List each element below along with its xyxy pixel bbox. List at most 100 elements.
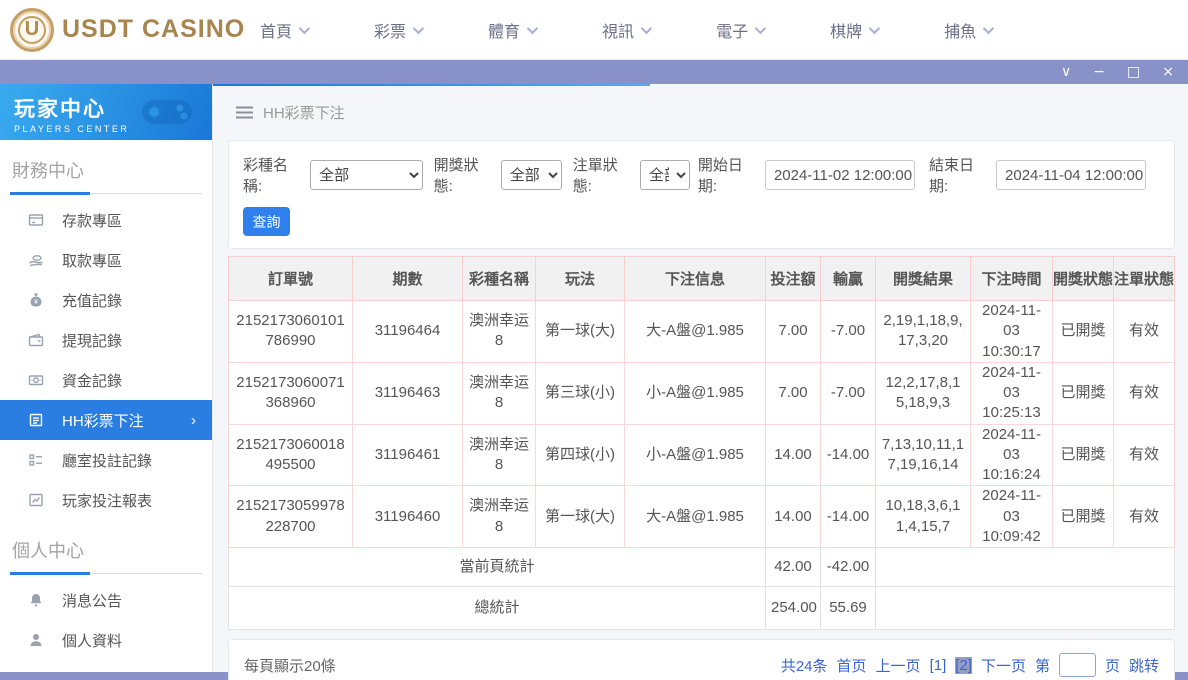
table-cell: 31196461: [353, 424, 463, 486]
nav-item-video[interactable]: 視訊: [602, 18, 649, 42]
table-cell: 已開獎: [1053, 301, 1114, 363]
table-cell: 14.00: [766, 424, 821, 486]
page-title: HH彩票下注: [263, 102, 345, 123]
minimize-icon[interactable]: −: [1093, 60, 1105, 84]
section-divider: [10, 193, 202, 194]
sidebar-item-announcements[interactable]: 消息公告: [0, 580, 212, 620]
page-summary-bet: 42.00: [766, 548, 821, 587]
logo[interactable]: U USDT CASINO: [10, 8, 260, 52]
nav-item-fishing[interactable]: 捕魚: [944, 18, 991, 42]
chevron-down-icon: [755, 22, 766, 33]
jump-prefix: 第: [1035, 655, 1050, 676]
funds-icon: [28, 372, 44, 388]
hamburger-icon[interactable]: [236, 106, 253, 119]
table-cell: 2024-11-03 10:30:17: [971, 301, 1053, 363]
sidebar-item-label: 修改密碼: [62, 670, 122, 673]
table-cell: 2024-11-03 10:25:13: [971, 362, 1053, 424]
window-titlebar: ∨ − □ ×: [0, 60, 1188, 84]
chevron-right-icon: ›: [191, 412, 196, 429]
nav-item-label: 體育: [488, 18, 520, 42]
sidebar-item-player-bet-report[interactable]: 玩家投注報表: [0, 480, 212, 520]
table-cell: 14.00: [766, 486, 821, 548]
column-header: 下注信息: [625, 257, 766, 301]
column-header: 玩法: [536, 257, 625, 301]
table-cell: 7,13,10,11,17,19,16,14: [876, 424, 971, 486]
jump-suffix: 页: [1105, 655, 1120, 676]
first-page-link[interactable]: 首页: [837, 655, 867, 676]
sidebar-item-label: 存款專區: [62, 210, 122, 231]
table-cell: 7.00: [766, 362, 821, 424]
sidebar-item-room-bet-record[interactable]: 廳室投註記錄: [0, 440, 212, 480]
close-icon[interactable]: ×: [1162, 60, 1174, 84]
sidebar-item-funds-record[interactable]: 資金記錄: [0, 360, 212, 400]
pagination-bar: 每頁顯示20條 共24条 首页 上一页 [1] [2] 下一页 第 页 跳转: [228, 639, 1175, 680]
nav-item-label: 捕魚: [944, 18, 976, 42]
search-button[interactable]: 查詢: [243, 207, 290, 236]
maximize-icon[interactable]: □: [1127, 60, 1140, 84]
sidebar-item-label: 個人資料: [62, 630, 122, 651]
table-cell: 2,19,1,18,9,17,3,20: [876, 301, 971, 363]
end-date-label: 結束日期:: [929, 154, 991, 196]
chevron-down-icon: [641, 22, 652, 33]
table-cell: 澳洲幸运8: [463, 362, 536, 424]
page-summary-label: 當前頁統計: [229, 548, 766, 587]
table-cell: 2152173060071368960: [229, 362, 353, 424]
sidebar-item-label: 取款專區: [62, 250, 122, 271]
loading-progress-bar: [213, 84, 650, 86]
page-2-link[interactable]: [2]: [955, 657, 972, 674]
table-cell: 澳洲幸运8: [463, 424, 536, 486]
chevron-down-icon: [299, 22, 310, 33]
nav-item-sports[interactable]: 體育: [488, 18, 535, 42]
section-finance-center: 財務中心: [0, 157, 212, 183]
nav-item-home[interactable]: 首頁: [260, 18, 307, 42]
sidebar-item-withdrawal-record[interactable]: 提現記錄: [0, 320, 212, 360]
draw-status-select[interactable]: 全部: [501, 160, 562, 190]
svg-text:¥: ¥: [34, 299, 38, 306]
jump-button[interactable]: 跳转: [1129, 655, 1159, 676]
sidebar-item-deposit[interactable]: 存款專區: [0, 200, 212, 240]
next-page-link[interactable]: 下一页: [981, 655, 1026, 676]
sidebar-item-change-password[interactable]: 修改密碼: [0, 660, 212, 672]
sidebar-item-hh-lottery-bets[interactable]: HH彩票下注 ›: [0, 400, 212, 440]
total-summary-winloss: 55.69: [821, 587, 876, 630]
main-content: HH彩票下注 彩種名稱: 全部 開獎狀態: 全部 注單狀態: 全部 開始日期: …: [213, 84, 1188, 672]
table-cell: 2024-11-03 10:09:42: [971, 486, 1053, 548]
table-cell: 31196463: [353, 362, 463, 424]
column-header: 注單狀態: [1114, 257, 1175, 301]
order-status-select[interactable]: 全部: [640, 160, 690, 190]
table-cell: 31196464: [353, 301, 463, 363]
sidebar-item-recharge-record[interactable]: ¥ 充值記錄: [0, 280, 212, 320]
logo-icon: U: [10, 8, 54, 52]
column-header: 輸贏: [821, 257, 876, 301]
jump-page-input[interactable]: [1059, 653, 1096, 677]
table-cell: 2152173060101786990: [229, 301, 353, 363]
table-row: 2152173060018495500 31196461 澳洲幸运8 第四球(小…: [229, 424, 1175, 486]
list-icon: [28, 452, 44, 468]
lottery-name-select[interactable]: 全部: [310, 160, 423, 190]
titlebar-dropdown-icon[interactable]: ∨: [1061, 60, 1071, 84]
bell-icon: [28, 592, 44, 608]
sidebar-item-withdraw[interactable]: 取款專區: [0, 240, 212, 280]
column-header: 開獎結果: [876, 257, 971, 301]
draw-status-label: 開獎狀態:: [434, 154, 496, 196]
column-header: 彩種名稱: [463, 257, 536, 301]
filter-panel: 彩種名稱: 全部 開獎狀態: 全部 注單狀態: 全部 開始日期: 結束日期: 查…: [228, 140, 1175, 249]
end-date-input[interactable]: [996, 160, 1146, 190]
table-cell: 澳洲幸运8: [463, 301, 536, 363]
section-personal-center: 個人中心: [0, 537, 212, 563]
empty-cell: [876, 587, 1175, 630]
nav-item-label: 視訊: [602, 18, 634, 42]
nav-item-lottery[interactable]: 彩票: [374, 18, 421, 42]
total-summary-bet: 254.00: [766, 587, 821, 630]
total-summary-label: 總統計: [229, 587, 766, 630]
page-1-link[interactable]: [1]: [930, 657, 947, 674]
start-date-input[interactable]: [765, 160, 915, 190]
chevron-down-icon: [983, 22, 994, 33]
sidebar-item-profile[interactable]: 個人資料: [0, 620, 212, 660]
table-cell: 澳洲幸运8: [463, 486, 536, 548]
table-cell: 第三球(小): [536, 362, 625, 424]
top-navbar: U USDT CASINO 首頁 彩票 體育 視訊 電子 棋牌 捕魚: [0, 0, 1188, 60]
nav-item-electronic[interactable]: 電子: [716, 18, 763, 42]
prev-page-link[interactable]: 上一页: [876, 655, 921, 676]
nav-item-chess[interactable]: 棋牌: [830, 18, 877, 42]
